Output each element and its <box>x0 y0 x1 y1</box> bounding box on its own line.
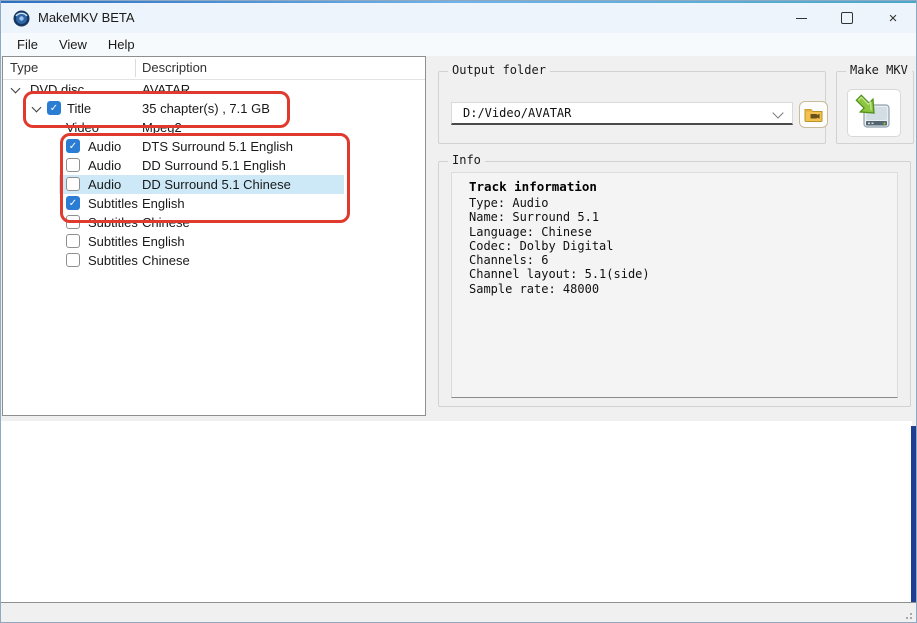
close-button[interactable]: × <box>870 3 916 33</box>
info-lines: Type: AudioName: Surround 5.1Language: C… <box>469 196 897 296</box>
checkbox-unchecked[interactable] <box>66 177 80 191</box>
maximize-icon <box>841 12 853 24</box>
tree-row[interactable]: Audio DD Surround 5.1 English <box>3 156 425 175</box>
tree-row[interactable]: DVD disc AVATAR <box>3 80 425 99</box>
output-folder-combobox[interactable] <box>451 102 793 125</box>
row-description: Mpeg2 <box>142 120 182 135</box>
info-line: Channels: 6 <box>469 253 897 267</box>
chevron-down-icon[interactable] <box>11 84 21 94</box>
checkbox-checked[interactable]: ✓ <box>66 196 80 210</box>
tree-row[interactable]: ✓ Audio DTS Surround 5.1 English <box>3 137 425 156</box>
row-description: DD Surround 5.1 Chinese <box>142 177 291 192</box>
tree-row[interactable]: Audio DD Surround 5.1 Chinese <box>3 175 425 194</box>
row-type: Audio <box>88 177 121 192</box>
tree-row[interactable]: Subtitles Chinese <box>3 213 425 232</box>
checkbox-unchecked[interactable] <box>66 158 80 172</box>
info-line: Channel layout: 5.1(side) <box>469 267 897 281</box>
tree-row[interactable]: Subtitles Chinese <box>3 251 425 270</box>
checkbox-checked[interactable]: ✓ <box>66 139 80 153</box>
drive-with-green-arrow-icon <box>855 94 893 132</box>
maximize-button[interactable] <box>824 3 870 33</box>
titlebar[interactable]: MakeMKV BETA × <box>1 3 916 33</box>
title-tree-panel: Type Description DVD disc AVATAR ✓ Title 35 … <box>2 56 426 416</box>
row-description: 35 chapter(s) , 7.1 GB <box>142 101 270 116</box>
tree-rows: DVD disc AVATAR ✓ Title 35 chapter(s) , 7.1 … <box>3 80 425 270</box>
window-title: MakeMKV BETA <box>38 10 135 25</box>
info-line: Name: Surround 5.1 <box>469 210 897 224</box>
resize-grip-icon[interactable] <box>902 609 913 620</box>
tree-row[interactable]: ✓ Title 35 chapter(s) , 7.1 GB <box>3 99 425 118</box>
close-icon: × <box>889 11 898 26</box>
row-type: Subtitles <box>88 215 138 230</box>
row-type: Audio <box>88 158 121 173</box>
row-type: Subtitles <box>88 196 138 211</box>
make-mkv-label: Make MKV <box>846 63 912 77</box>
checkbox-unchecked[interactable] <box>66 215 80 229</box>
log-area[interactable] <box>1 421 912 602</box>
row-description: English <box>142 196 185 211</box>
output-folder-group: Output folder <box>438 71 826 144</box>
make-mkv-group: Make MKV <box>836 71 914 144</box>
folder-icon <box>804 107 823 122</box>
browse-folder-button[interactable] <box>799 101 828 128</box>
minimize-button[interactable] <box>778 3 824 33</box>
menubar: File View Help <box>1 33 916 56</box>
scrollbar-accent-strip[interactable] <box>911 426 916 602</box>
makemkv-window: MakeMKV BETA × File View Help Type Descr… <box>0 0 917 623</box>
row-type: Title <box>67 101 91 116</box>
checkbox-unchecked[interactable] <box>66 253 80 267</box>
row-description: DTS Surround 5.1 English <box>142 139 293 154</box>
info-group: Info Track information Type: AudioName: … <box>438 161 911 407</box>
tree-row[interactable]: Subtitles English <box>3 232 425 251</box>
chevron-down-icon[interactable] <box>772 107 783 118</box>
menu-help[interactable]: Help <box>98 35 145 54</box>
row-type: DVD disc <box>30 82 84 97</box>
column-header-type[interactable]: Type <box>10 60 38 75</box>
chevron-down-icon[interactable] <box>32 103 42 113</box>
column-divider[interactable] <box>135 59 136 77</box>
info-panel: Track information Type: AudioName: Surro… <box>451 172 898 398</box>
row-description: English <box>142 234 185 249</box>
tree-row[interactable]: Video Mpeg2 <box>3 118 425 137</box>
make-mkv-button[interactable] <box>847 89 901 137</box>
menu-file[interactable]: File <box>7 35 48 54</box>
output-folder-input[interactable] <box>461 105 765 121</box>
row-type: Audio <box>88 139 121 154</box>
output-folder-label: Output folder <box>448 63 550 77</box>
row-type: Video <box>66 120 99 135</box>
row-description: Chinese <box>142 215 190 230</box>
checkbox-unchecked[interactable] <box>66 234 80 248</box>
minimize-icon <box>796 18 807 19</box>
row-description: AVATAR <box>142 82 190 97</box>
info-label: Info <box>448 153 485 167</box>
tree-header: Type Description <box>3 57 425 80</box>
checkbox-checked[interactable]: ✓ <box>47 101 61 115</box>
menu-view[interactable]: View <box>49 35 97 54</box>
row-type: Subtitles <box>88 253 138 268</box>
info-line: Codec: Dolby Digital <box>469 239 897 253</box>
row-type: Subtitles <box>88 234 138 249</box>
info-line: Type: Audio <box>469 196 897 210</box>
column-header-description[interactable]: Description <box>142 60 207 75</box>
info-line: Sample rate: 48000 <box>469 282 897 296</box>
row-description: DD Surround 5.1 English <box>142 158 286 173</box>
row-description: Chinese <box>142 253 190 268</box>
info-line: Language: Chinese <box>469 225 897 239</box>
statusbar <box>1 602 916 623</box>
tree-row[interactable]: ✓ Subtitles English <box>3 194 425 213</box>
app-icon <box>13 10 30 27</box>
info-title: Track information <box>469 179 897 194</box>
